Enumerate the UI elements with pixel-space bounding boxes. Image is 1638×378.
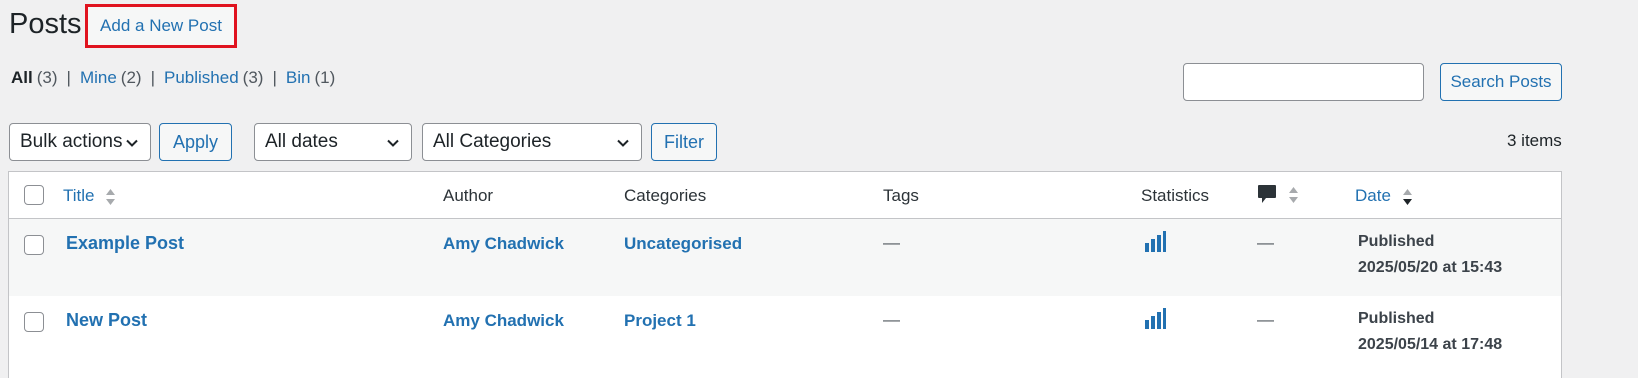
column-tags: Tags	[883, 186, 919, 205]
chevron-down-icon	[617, 139, 629, 147]
sort-icon	[1288, 187, 1298, 203]
statistics-icon[interactable]	[1144, 308, 1166, 330]
column-author: Author	[443, 186, 494, 205]
column-title[interactable]: Title	[63, 186, 116, 206]
sort-icon	[1402, 188, 1412, 205]
post-date: 2025/05/14 at 17:48	[1358, 336, 1503, 353]
add-new-post-button[interactable]: Add a New Post	[85, 4, 237, 48]
post-status: Published	[1358, 310, 1435, 327]
post-category-link[interactable]: Project 1	[624, 311, 696, 331]
post-date: 2025/05/20 at 15:43	[1358, 259, 1503, 276]
view-separator: |	[150, 68, 155, 87]
post-status-views: All (3) | Mine (2) | Published (3) | Bin…	[11, 68, 335, 88]
table-row: New Post Amy Chadwick Project 1 — — Publ…	[9, 296, 1561, 373]
bulk-actions-value: Bulk actions	[20, 131, 123, 152]
view-separator: |	[66, 68, 71, 87]
items-count: 3 items	[1507, 131, 1562, 150]
column-date-label[interactable]: Date	[1355, 186, 1391, 205]
table-row: Example Post Amy Chadwick Uncategorised …	[9, 219, 1561, 296]
view-mine-count: (2)	[120, 68, 142, 87]
chevron-down-icon	[387, 139, 399, 147]
apply-button[interactable]: Apply	[159, 123, 232, 161]
view-published-count: (3)	[242, 68, 264, 87]
view-all-count: (3)	[36, 68, 58, 87]
table-header: Title Author Categories Tags Statistics …	[9, 172, 1561, 219]
dates-filter-select[interactable]: All dates	[254, 123, 412, 161]
page-title: Posts	[9, 8, 82, 40]
post-category-link[interactable]: Uncategorised	[624, 234, 742, 254]
view-bin-count: (1)	[314, 68, 336, 87]
row-checkbox[interactable]	[24, 235, 44, 255]
column-date[interactable]: Date	[1355, 186, 1413, 206]
view-separator: |	[272, 68, 277, 87]
filter-button[interactable]: Filter	[651, 123, 717, 161]
search-input[interactable]	[1183, 63, 1424, 101]
sort-icon	[106, 188, 116, 205]
column-categories: Categories	[624, 186, 707, 205]
post-tags: —	[883, 233, 900, 252]
view-all-link[interactable]: All	[11, 68, 33, 88]
column-statistics: Statistics	[1141, 186, 1210, 205]
column-title-label[interactable]: Title	[63, 186, 95, 205]
view-published-link[interactable]: Published	[164, 68, 239, 88]
categories-filter-value: All Categories	[433, 131, 552, 152]
post-author-link[interactable]: Amy Chadwick	[443, 311, 564, 331]
dates-filter-value: All dates	[265, 131, 338, 152]
row-checkbox[interactable]	[24, 312, 44, 332]
search-posts-button[interactable]: Search Posts	[1440, 63, 1562, 101]
post-author-link[interactable]: Amy Chadwick	[443, 234, 564, 254]
comment-icon	[1258, 185, 1276, 203]
post-status: Published	[1358, 233, 1435, 250]
bulk-actions-select[interactable]: Bulk actions	[9, 123, 151, 161]
post-title-link[interactable]: Example Post	[66, 233, 184, 254]
view-bin-link[interactable]: Bin	[286, 68, 311, 88]
posts-table: Title Author Categories Tags Statistics …	[8, 171, 1562, 378]
post-comments: —	[1257, 310, 1274, 329]
statistics-icon[interactable]	[1144, 231, 1166, 253]
add-new-post-label: Add a New Post	[100, 16, 222, 35]
column-comments[interactable]	[1257, 184, 1299, 206]
post-tags: —	[883, 310, 900, 329]
select-all-checkbox[interactable]	[24, 185, 44, 205]
post-comments: —	[1257, 233, 1274, 252]
view-mine-link[interactable]: Mine	[80, 68, 117, 88]
categories-filter-select[interactable]: All Categories	[422, 123, 642, 161]
post-title-link[interactable]: New Post	[66, 310, 147, 331]
chevron-down-icon	[126, 139, 138, 147]
